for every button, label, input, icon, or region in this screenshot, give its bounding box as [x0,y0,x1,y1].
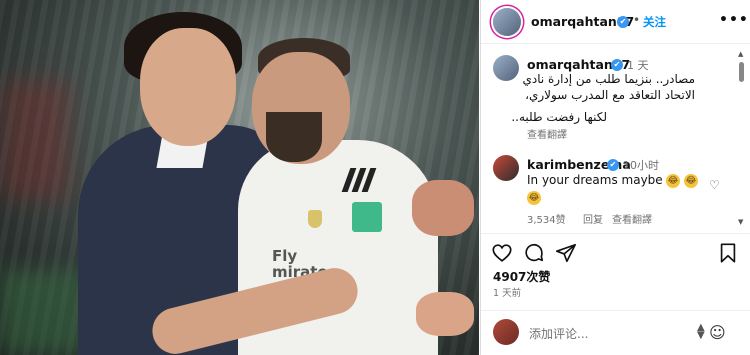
photo-background-green-blur [0,270,90,355]
comment-like-heart-icon[interactable]: ♡ [709,178,720,192]
comment-icon[interactable] [523,242,545,264]
commenter-avatar[interactable] [493,155,519,181]
comments-section: omarqahtan87 ✔ 1 天 مصادر.. بنزيما طلب من… [481,45,743,230]
laughing-emoji-icon: 😂 [527,191,541,205]
current-user-avatar [493,319,519,345]
author-avatar[interactable] [493,8,521,36]
sort-arrows-icon[interactable]: ▲ ▼ [697,323,705,341]
jersey-patch [352,202,382,232]
photo-background-red-blur [0,80,70,200]
comments-scrollbar[interactable]: ▲ ▼ [737,50,745,228]
club-crest [308,210,322,228]
verified-badge-icon: ✔ [611,59,623,71]
scroll-up-arrow-icon[interactable]: ▲ [738,50,743,58]
action-bar [481,233,750,273]
verified-badge-icon: ✔ [617,16,629,28]
post-header: omarqahtan87 ✔ • 关注 ••• [481,0,750,44]
hand-lower [416,292,474,336]
comment-see-translation-link[interactable]: 查看翻譯 [612,211,652,226]
scroll-down-arrow-icon[interactable]: ▼ [738,218,743,226]
player-beard [266,112,322,162]
more-options-icon[interactable]: ••• [719,12,749,28]
share-icon[interactable] [555,242,577,264]
caption-line-3: لكنها رفضت طلبه.. [511,110,607,124]
bookmark-icon[interactable] [717,242,739,264]
comment-time: 10小时 [623,159,659,172]
laughing-emoji-icon: 😂 [666,174,680,188]
heart-icon[interactable] [491,242,513,264]
comment-text: In your dreams maybe [527,173,663,187]
verified-badge-icon: ✔ [607,159,619,171]
post-side-panel: omarqahtan87 ✔ • 关注 ••• omarqahtan87 ✔ 1… [480,0,750,355]
coach-head [140,28,236,146]
post-like-count[interactable]: 4907次赞 [493,268,550,285]
comment-reply-button[interactable]: 回复 [583,211,603,226]
post-photo[interactable]: Fly mirates [0,0,479,355]
laughing-emoji-icon: 😂 [684,174,698,188]
add-comment-input[interactable] [529,325,689,343]
add-comment-row: ▲▼ ☺ [481,310,750,355]
caption-line-1: مصادر.. بنزيما طلب من إدارة نادي [522,72,695,86]
caption-avatar[interactable] [493,55,519,81]
caption-see-translation-link[interactable]: 查看翻譯 [527,126,567,141]
comment-likes[interactable]: 3,534赞 [527,211,566,226]
scrollbar-thumb[interactable] [739,62,744,82]
caption-line-2: الاتحاد التعاقد مع المدرب سولاري، [525,88,695,102]
follow-button[interactable]: 关注 [643,14,666,30]
post-timestamp: 1 天前 [493,288,522,299]
hand-upper [412,180,474,236]
smiley-icon[interactable]: ☺ [709,323,726,342]
header-separator: • [633,13,641,27]
jersey-sponsor-line1: Fly [272,247,298,265]
